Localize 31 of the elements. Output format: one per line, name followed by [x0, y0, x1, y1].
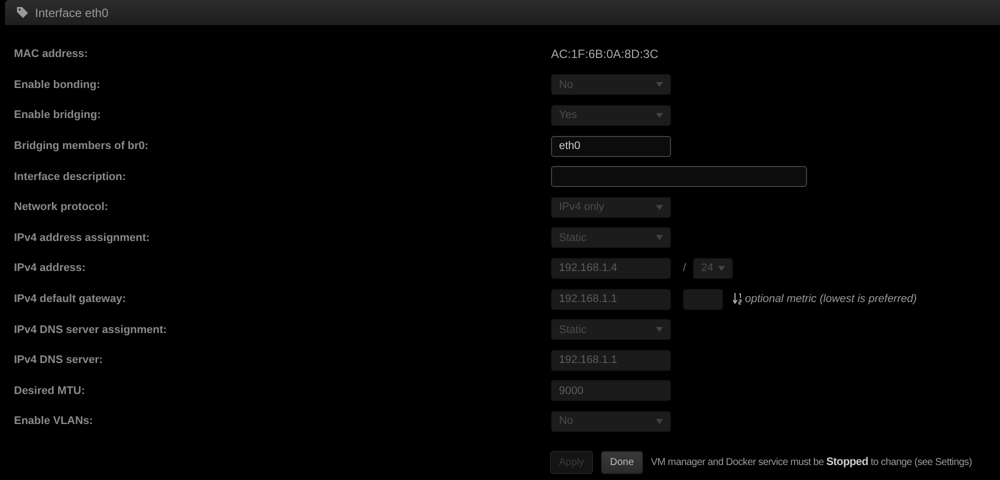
- field-label: Network protocol:: [14, 201, 110, 214]
- field-label: IPv4 default gateway:: [14, 293, 127, 306]
- caret-icon: [656, 418, 663, 424]
- field-label: Enable VLANs:: [14, 415, 94, 428]
- field-label: Enable bonding:: [14, 78, 102, 91]
- caret-icon: [656, 327, 663, 332]
- metric-field[interactable]: [683, 288, 723, 310]
- panel-title: Interface eth0: [35, 6, 108, 20]
- field-label: MAC address:: [14, 48, 89, 60]
- field-label: IPv4 DNS server assignment:: [14, 324, 168, 336]
- caret-icon: [718, 266, 726, 271]
- field-label: Bridging members of br0:: [14, 140, 150, 152]
- input-field[interactable]: [551, 166, 807, 188]
- field-label: IPv4 address assignment:: [14, 232, 151, 244]
- field-label: IPv4 DNS server:: [14, 354, 104, 366]
- sort-numeric-icon: [733, 293, 742, 306]
- field-label: Desired MTU:: [14, 384, 86, 397]
- tag-icon: [17, 7, 28, 18]
- field-label: IPv4 address:: [14, 262, 87, 274]
- metric-hint: optional metric (lowest is preferred): [745, 293, 917, 306]
- caret-icon: [656, 204, 663, 210]
- input-field[interactable]: eth0: [551, 136, 671, 157]
- notice-text: VM manager and Docker service must be Stopped to change (see Settings): [650, 456, 972, 468]
- separator: /: [683, 262, 686, 274]
- field-label: Interface description:: [14, 170, 127, 183]
- caret-icon: [656, 82, 663, 88]
- mac-address: AC:1F:6B:0A:8D:3C: [551, 47, 658, 62]
- caret-icon: [656, 112, 663, 118]
- field-label: Enable bridging:: [14, 109, 102, 122]
- done-button[interactable]: Done: [601, 450, 643, 474]
- caret-icon: [656, 235, 663, 240]
